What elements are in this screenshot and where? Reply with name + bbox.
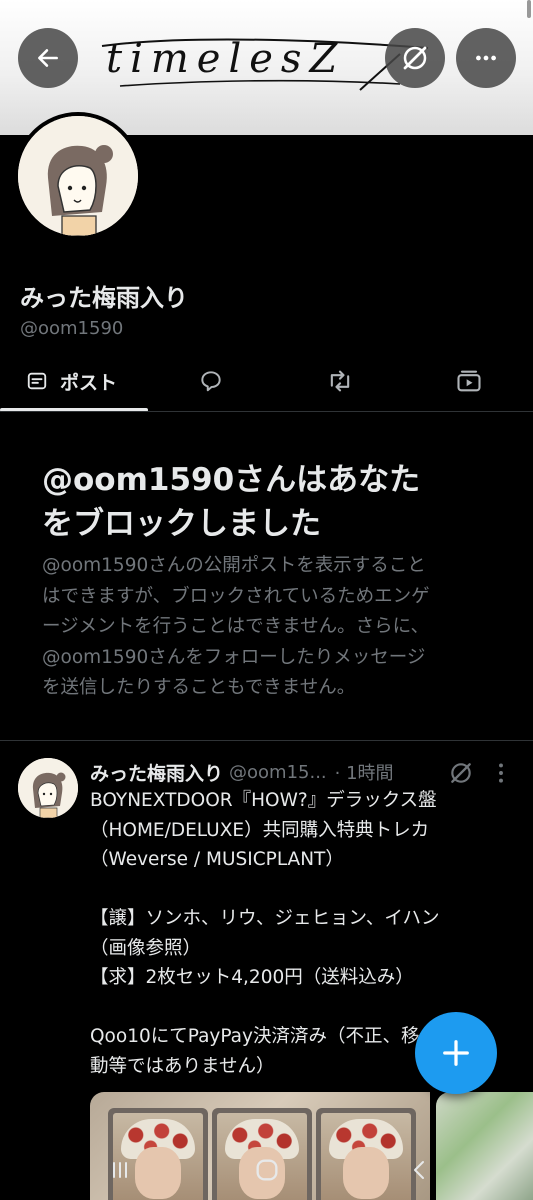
system-navigation-bar <box>0 1140 533 1200</box>
arrow-left-icon <box>38 49 58 67</box>
reply-bubble-icon <box>201 371 221 392</box>
grok-button[interactable] <box>385 28 445 88</box>
scrollbar[interactable] <box>527 0 531 18</box>
more-options-button[interactable] <box>456 28 516 88</box>
post-line: 【譲】ソンホ、リウ、ジェヒョン、イハン <box>90 908 440 929</box>
grok-icon[interactable] <box>448 760 474 786</box>
home-button[interactable] <box>237 1148 297 1192</box>
compose-button[interactable] <box>415 1012 497 1094</box>
post-timestamp[interactable]: · 1時間 <box>335 759 394 785</box>
avatar-illustration <box>18 758 78 818</box>
divider <box>0 740 533 741</box>
post-author-avatar[interactable] <box>18 758 78 818</box>
more-dots-icon <box>476 55 496 61</box>
repost-icon <box>330 370 350 392</box>
tab-posts-label: ポスト <box>60 371 118 394</box>
post-line: （Weverse / MUSICPLANT） <box>90 849 344 870</box>
blocked-body-line: ージメントを行うことはできません。さらに、 <box>42 616 430 637</box>
blocked-title-line: をブロックしました <box>42 506 321 542</box>
tab-reposts[interactable] <box>326 352 354 410</box>
recent-apps-icon <box>113 1162 127 1178</box>
post-line: （HOME/DELUXE）共同購入特典トレカ <box>90 819 430 841</box>
back-button[interactable] <box>18 28 78 88</box>
banner-signature: timelesZ <box>101 36 429 91</box>
post-author-name[interactable]: みった梅雨入り <box>90 759 223 786</box>
post-line <box>90 875 510 905</box>
profile-handle: @oom1590 <box>20 318 124 339</box>
blocked-body-line: はできますが、ブロックされているためエンゲ <box>42 585 430 607</box>
blocked-body-line: @oom1590さんをフォローしたりメッセージ <box>42 646 426 668</box>
blocked-body-line: @oom1590さんの公開ポストを表示すること <box>42 555 426 576</box>
plus-icon <box>443 1040 469 1066</box>
post-line: BOYNEXTDOOR『HOW?』デラックス盤 <box>90 790 437 811</box>
profile-avatar[interactable] <box>14 112 142 240</box>
profile-display-name: みった梅雨入り <box>20 284 188 312</box>
blocked-body-line: を送信したりすることもできません。 <box>42 677 356 698</box>
post-line: 【求】2枚セット4,200円（送料込み） <box>90 967 414 988</box>
post-icon <box>27 372 47 390</box>
blocked-notice-title: @oom1590さんはあなた をブロックしました <box>42 458 502 546</box>
tab-media[interactable] <box>455 352 483 410</box>
chevron-left-icon <box>414 1161 424 1179</box>
media-icon <box>457 370 481 392</box>
grok-icon <box>403 46 427 70</box>
divider <box>0 411 533 412</box>
blocked-notice-body: @oom1590さんの公開ポストを表示すること はできますが、ブロックされている… <box>42 551 487 704</box>
avatar-illustration <box>18 116 138 236</box>
post-header: みった梅雨入り @oom15... · 1時間 <box>90 758 394 786</box>
more-vertical-icon[interactable] <box>494 760 508 786</box>
profile-tabs: ポスト <box>0 352 533 412</box>
recent-apps-button[interactable] <box>90 1148 150 1192</box>
blocked-title-line: @oom1590さんはあなた <box>42 462 421 498</box>
tab-replies[interactable] <box>198 352 224 410</box>
tab-posts[interactable]: ポスト <box>26 352 117 410</box>
home-icon <box>256 1159 278 1181</box>
post-line: （画像参照） <box>90 937 202 959</box>
back-nav-button[interactable] <box>390 1148 450 1192</box>
post-author-handle[interactable]: @oom15... <box>229 762 327 783</box>
